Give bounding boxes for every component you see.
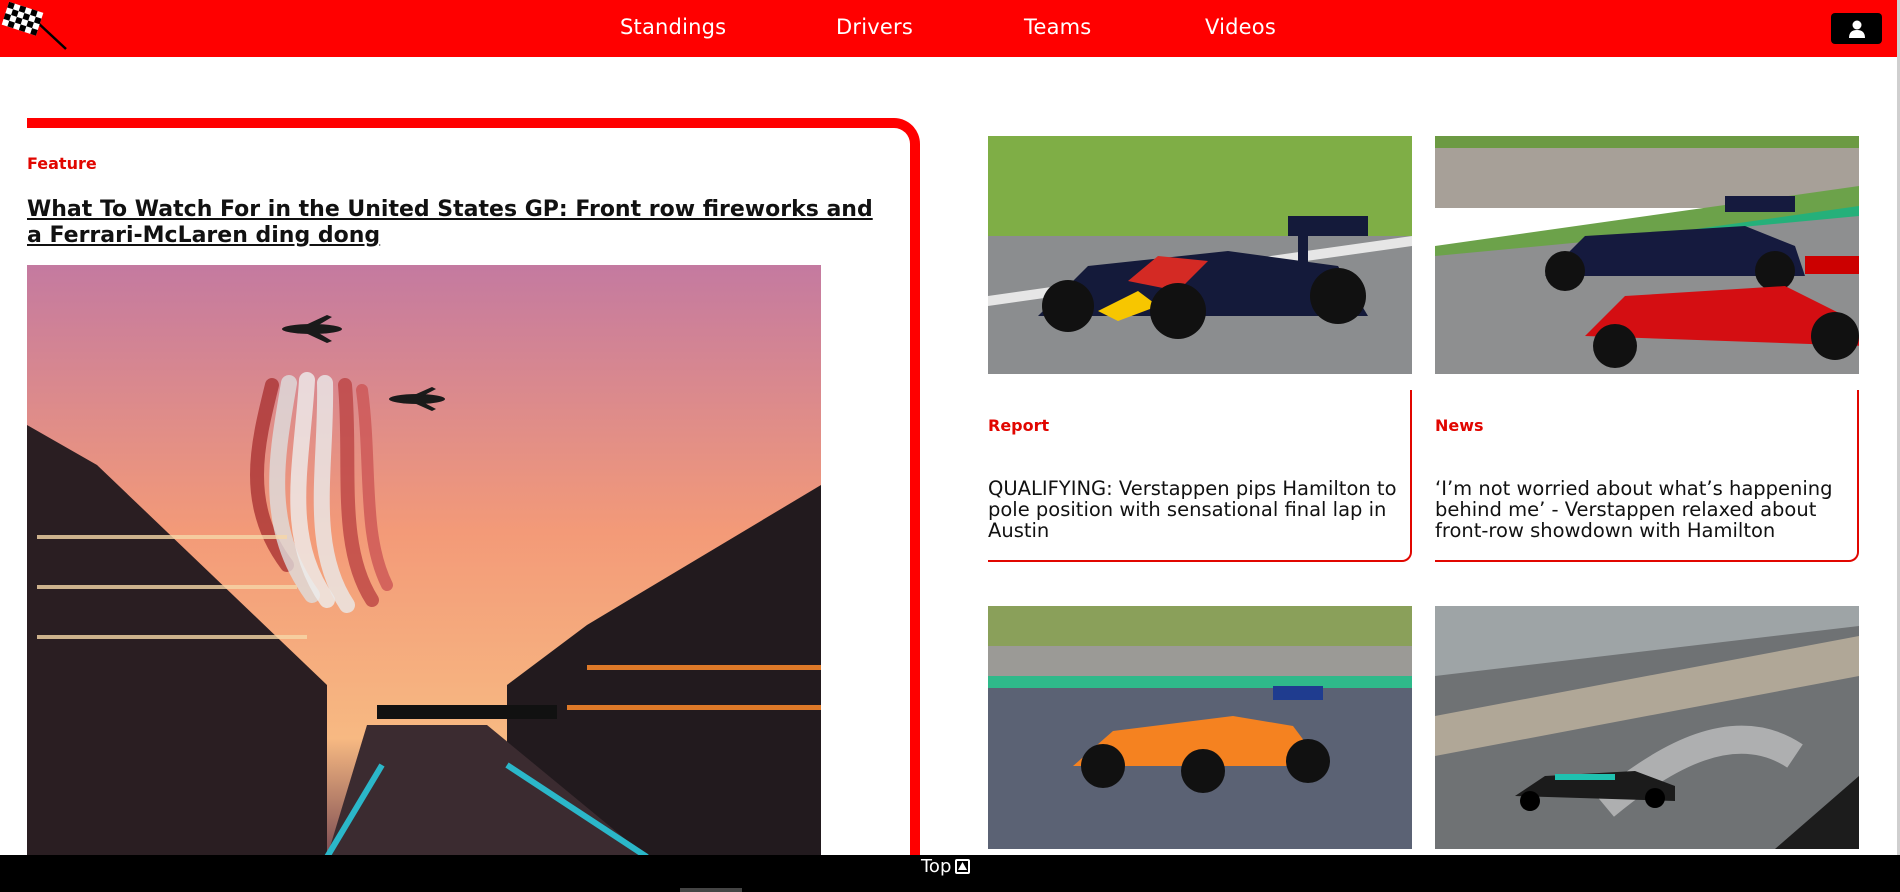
feature-headline-link[interactable]: What To Watch For in the United States G… <box>27 197 887 249</box>
nav-standings[interactable]: Standings <box>620 15 726 39</box>
top-navigation-bar: Standings Drivers Teams Videos <box>0 0 1900 57</box>
news-headline-link[interactable]: ‘I’m not worried about what’s happening … <box>1435 478 1855 541</box>
arrow-up-box-icon <box>955 858 971 874</box>
footer-divider <box>680 888 742 892</box>
news-card-image[interactable] <box>1435 136 1859 374</box>
user-account-button[interactable] <box>1831 13 1882 44</box>
news-category-label: News <box>1435 416 1484 435</box>
report-card-image[interactable] <box>988 136 1412 374</box>
mercedes-card-image[interactable] <box>1435 606 1859 849</box>
mclaren-card-image[interactable] <box>988 606 1412 849</box>
back-to-top-label: Top <box>921 855 952 877</box>
feature-image[interactable] <box>27 265 821 857</box>
back-to-top-link[interactable]: Top <box>921 855 971 877</box>
nav-videos[interactable]: Videos <box>1205 15 1276 39</box>
report-headline-link[interactable]: QUALIFYING: Verstappen pips Hamilton to … <box>988 478 1408 541</box>
nav-teams[interactable]: Teams <box>1024 15 1091 39</box>
checkered-flag-icon[interactable] <box>0 0 72 52</box>
nav-drivers[interactable]: Drivers <box>836 15 913 39</box>
user-icon <box>1848 20 1865 38</box>
feature-category-label: Feature <box>27 154 97 173</box>
report-category-label: Report <box>988 416 1050 435</box>
